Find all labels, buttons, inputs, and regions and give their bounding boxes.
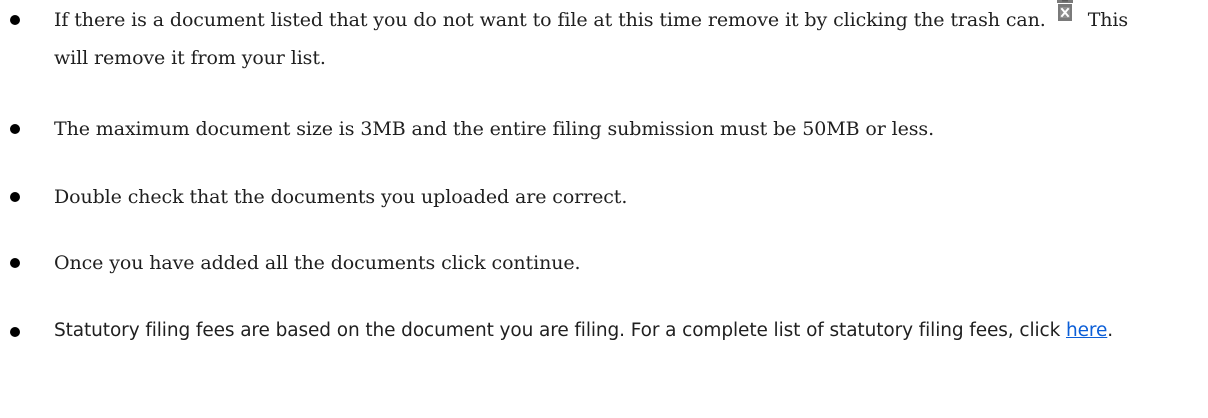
list-item: If there is a document listed that you d… [0,0,1208,92]
fees-link[interactable]: here [1066,320,1107,341]
bullet-dot [10,192,20,202]
list-item-text: Double check that the documents you uplo… [54,186,628,208]
list-item-text: If there is a document listed that you d… [54,0,1164,77]
list-item-text: Statutory filing fees are based on the d… [54,316,1114,346]
list-item: The maximum document size is 3MB and the… [0,108,1208,148]
list-item: Double check that the documents you uplo… [0,177,1208,217]
list-item: Once you have added all the documents cl… [0,242,1208,282]
list-item-text-before-icon: If there is a document listed that you d… [54,9,1046,31]
bullet-dot [10,124,20,134]
list-item: Statutory filing fees are based on the d… [0,312,1208,418]
list-item-text-after-link: . [1107,320,1114,341]
list-item-text: The maximum document size is 3MB and the… [54,118,935,140]
trash-icon [1056,0,1074,28]
bullet-dot [10,15,20,25]
bullet-dot [10,327,20,337]
bullet-dot [10,258,20,268]
list-item-text-before-link: Statutory filing fees are based on the d… [54,320,1061,341]
list-item-text: Once you have added all the documents cl… [54,252,581,274]
